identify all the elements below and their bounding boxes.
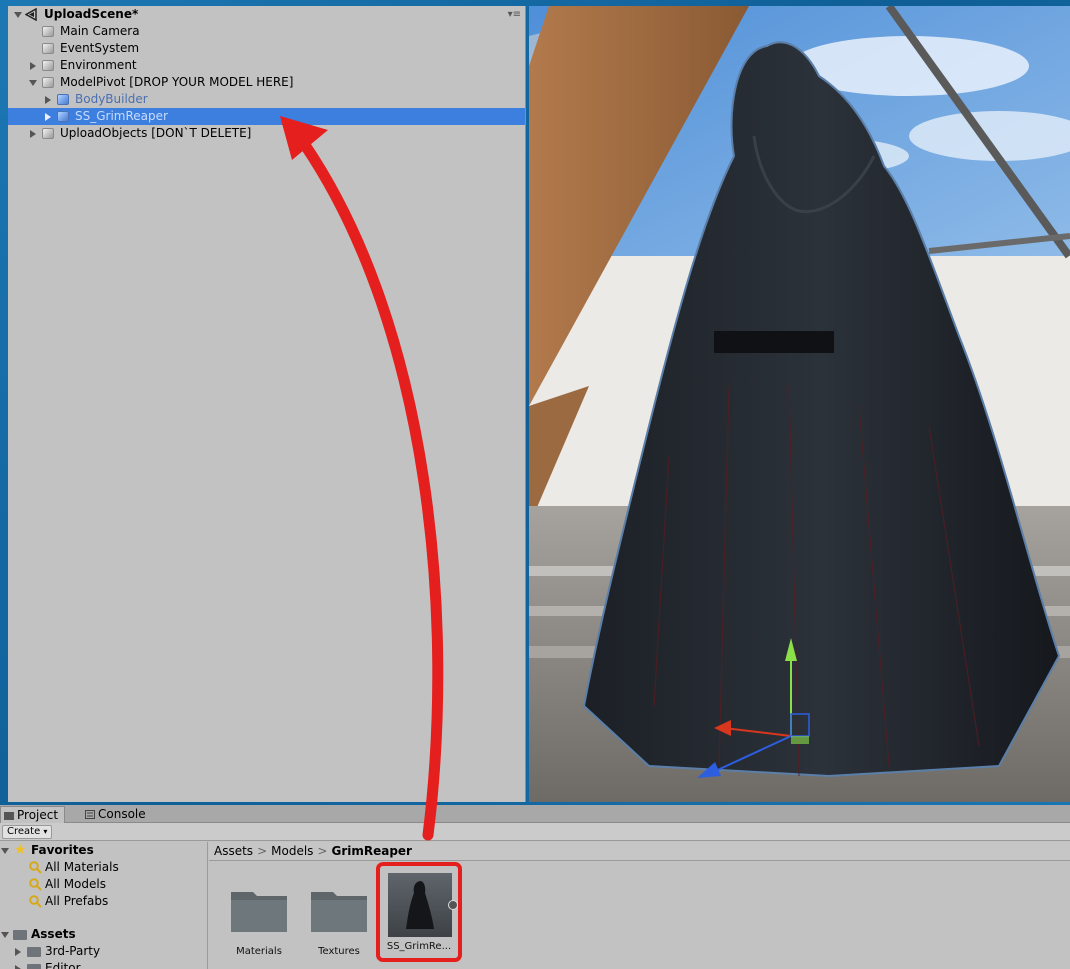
project-toolbar: Create ▾ (0, 823, 1070, 841)
folder-label: Editor (45, 961, 81, 969)
breadcrumb-separator-icon: > (257, 844, 268, 858)
expand-triangle-icon[interactable] (30, 62, 36, 70)
folder-icon (13, 930, 27, 940)
asset-folder-row[interactable]: Editor (0, 960, 208, 969)
gameobject-icon (42, 128, 54, 139)
gameobject-icon (42, 77, 54, 88)
project-folder-tree: ★ Favorites All Materials All Models All… (0, 842, 208, 969)
expand-triangle-icon[interactable] (15, 965, 21, 969)
asset-name: SS_GrimRe... (386, 941, 452, 952)
expand-triangle-icon[interactable] (30, 130, 36, 138)
tab-console[interactable]: Console (82, 806, 152, 823)
collapse-triangle-icon[interactable] (1, 848, 9, 854)
asset-name: Textures (318, 946, 360, 957)
hierarchy-item-eventsystem[interactable]: EventSystem (8, 40, 525, 57)
favorite-label: All Models (45, 877, 106, 891)
asset-grid: Materials Textures (209, 862, 1070, 969)
tab-project[interactable]: Project (0, 806, 66, 823)
expand-triangle-icon[interactable] (45, 96, 51, 104)
hierarchy-item-label: Environment (60, 58, 137, 72)
hierarchy-item-modelpivot[interactable]: ModelPivot [DROP YOUR MODEL HERE] (8, 74, 525, 91)
collapse-triangle-icon[interactable] (1, 932, 9, 938)
asset-name: Materials (236, 946, 282, 957)
expand-triangle-icon[interactable] (15, 948, 21, 956)
favorite-item[interactable]: All Models (0, 876, 208, 893)
project-tab-bar: Project Console (0, 805, 1070, 823)
asset-folder-row[interactable]: 3rd-Party (0, 943, 208, 960)
favorites-row[interactable]: ★ Favorites (0, 842, 208, 859)
hierarchy-item-label: UploadObjects [DON`T DELETE] (60, 126, 252, 140)
hierarchy-item-environment[interactable]: Environment (8, 57, 525, 74)
hierarchy-item-label: SS_GrimReaper (75, 109, 168, 123)
create-label: Create (7, 826, 41, 837)
hierarchy-item-label: EventSystem (60, 41, 140, 55)
hierarchy-item-label: Main Camera (60, 24, 140, 38)
breadcrumb-separator-icon: > (317, 844, 328, 858)
search-icon (29, 895, 42, 908)
assets-row[interactable]: Assets (0, 926, 208, 943)
asset-folder-textures[interactable]: Textures (299, 862, 379, 962)
prefab-icon (57, 94, 69, 105)
tab-label: Project (17, 808, 59, 822)
prefab-icon (57, 111, 69, 122)
model-thumbnail (388, 873, 452, 937)
hierarchy-item-main-camera[interactable]: Main Camera (8, 23, 525, 40)
expand-asset-icon[interactable] (448, 900, 458, 910)
breadcrumb: Assets > Models > GrimReaper (209, 842, 1070, 861)
breadcrumb-item-current[interactable]: GrimReaper (331, 844, 412, 858)
gameobject-icon (42, 60, 54, 71)
tab-label: Console (98, 807, 146, 821)
project-panel: Project Console Create ▾ ★ Favorites All… (0, 805, 1070, 969)
favorites-label: Favorites (31, 843, 94, 857)
breadcrumb-item[interactable]: Models (271, 844, 313, 858)
folder-icon (231, 892, 287, 932)
hierarchy-item-label: BodyBuilder (75, 92, 148, 106)
hierarchy-item-ss-grimreaper[interactable]: SS_GrimReaper (8, 108, 525, 125)
hierarchy-item-label: ModelPivot [DROP YOUR MODEL HERE] (60, 75, 294, 89)
create-button[interactable]: Create ▾ (2, 825, 53, 839)
asset-folder-materials[interactable]: Materials (219, 862, 299, 962)
favorite-item[interactable]: All Prefabs (0, 893, 208, 910)
collapse-triangle-icon[interactable] (29, 80, 37, 86)
breadcrumb-item[interactable]: Assets (214, 844, 253, 858)
asset-model-ss-grimreaper[interactable]: SS_GrimRe... (376, 862, 462, 962)
unity-scene-icon (25, 8, 37, 21)
expand-triangle-icon[interactable] (45, 113, 51, 121)
hierarchy-panel: UploadScene* ▾≡ Main Camera EventSystem … (8, 6, 526, 802)
folder-icon (311, 892, 367, 932)
favorite-label: All Materials (45, 860, 119, 874)
hierarchy-item-uploadobjects[interactable]: UploadObjects [DON`T DELETE] (8, 125, 525, 142)
folder-icon (27, 947, 41, 957)
gameobject-icon (42, 26, 54, 37)
assets-label: Assets (31, 927, 76, 941)
search-icon (29, 861, 42, 874)
folder-icon (27, 964, 41, 969)
grim-reaper-preview-icon (406, 881, 434, 929)
scene-view[interactable] (529, 6, 1070, 802)
folder-icon (4, 812, 14, 820)
favorite-item[interactable]: All Materials (0, 859, 208, 876)
hierarchy-menu-icon[interactable]: ▾≡ (508, 6, 521, 23)
dropdown-arrow-icon: ▾ (43, 827, 48, 836)
scene-render (529, 6, 1070, 802)
search-icon (29, 878, 42, 891)
hierarchy-item-bodybuilder[interactable]: BodyBuilder (8, 91, 525, 108)
scene-root-row[interactable]: UploadScene* ▾≡ (8, 6, 525, 23)
scene-name: UploadScene* (44, 7, 139, 21)
gameobject-icon (42, 43, 54, 54)
star-icon: ★ (14, 842, 27, 858)
collapse-triangle-icon[interactable] (14, 12, 22, 18)
folder-label: 3rd-Party (45, 944, 101, 958)
favorite-label: All Prefabs (45, 894, 109, 908)
console-icon (85, 810, 95, 819)
